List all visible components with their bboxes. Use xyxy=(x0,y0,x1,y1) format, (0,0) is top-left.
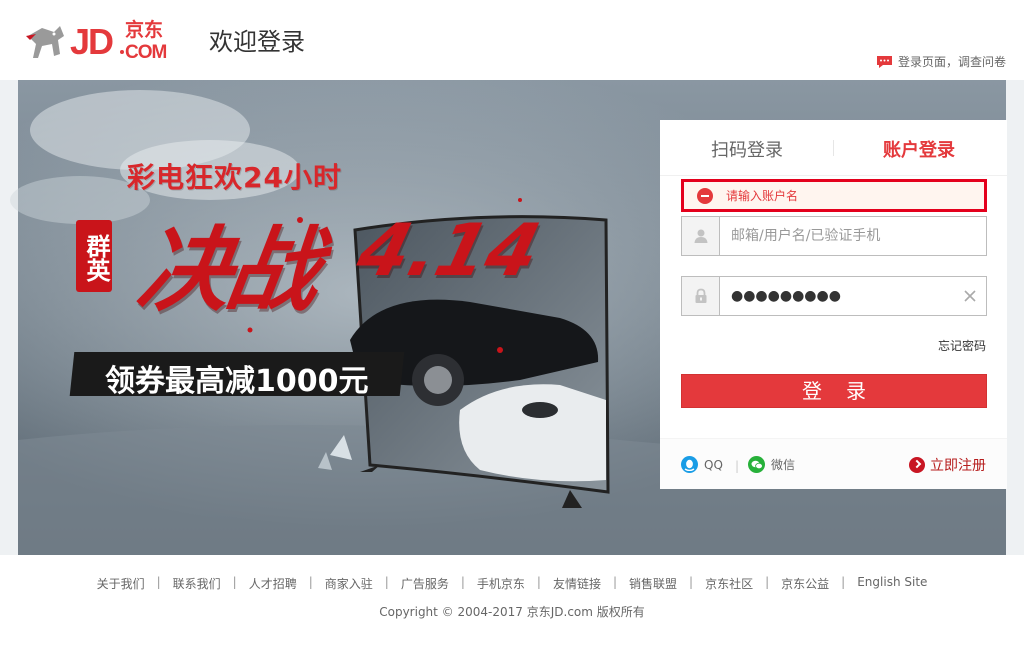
copyright: Copyright © 2004-2017 京东JD.com 版权所有 xyxy=(379,605,645,619)
logo-jd-text: JD xyxy=(70,21,113,62)
footer-link[interactable]: 销售联盟 xyxy=(629,575,677,592)
login-button[interactable]: 登录 xyxy=(681,374,987,408)
qq-icon xyxy=(681,456,698,473)
clear-password-icon[interactable] xyxy=(962,288,978,304)
footer-separator: | xyxy=(765,575,770,589)
footer-link[interactable]: 人才招聘 xyxy=(249,575,297,592)
error-minus-icon xyxy=(697,187,713,204)
social-separator: | xyxy=(735,459,740,473)
page-title: 欢迎登录 xyxy=(209,28,305,56)
login-footer: QQ | 微信 立即注册 xyxy=(660,438,1007,489)
tab-account-login[interactable]: 账户登录 xyxy=(883,136,955,162)
qq-label: QQ xyxy=(704,457,723,472)
password-input[interactable] xyxy=(731,286,951,306)
footer-links: 关于我们 | 联系我们 | 人才招聘 | 商家入驻 | 广告服务 | 手机京东 | 友情链接 | 销售联盟 |… xyxy=(0,575,1024,592)
jd-dog-logo-icon: JD 京东 COM xyxy=(26,18,168,63)
footer-link[interactable]: 联系我们 xyxy=(173,575,221,592)
coupon-text: 领券最高减1000元 xyxy=(105,364,369,399)
footer-link[interactable]: 关于我们 xyxy=(97,575,145,592)
footer-link[interactable]: 京东社区 xyxy=(705,575,753,592)
footer-separator: | xyxy=(156,575,161,589)
footer-separator: | xyxy=(612,575,618,589)
tab-qr-login[interactable]: 扫码登录 xyxy=(711,136,783,162)
footer-link[interactable]: 商家入驻 xyxy=(325,575,373,592)
wechat-label: 微信 xyxy=(771,458,796,472)
footer-separator: | xyxy=(384,575,389,589)
footer-link[interactable]: 手机京东 xyxy=(477,575,525,592)
promo-headline: 决战 xyxy=(131,217,323,324)
username-input[interactable] xyxy=(731,226,951,246)
forgot-password-link[interactable]: 忘记密码 xyxy=(938,337,986,354)
wechat-login[interactable]: 微信 xyxy=(748,456,795,473)
survey-link-label: 登录页面，调查问卷 xyxy=(897,55,1006,69)
login-tabs: 扫码登录 账户登录 xyxy=(660,120,1007,176)
promo-subtitle: 彩电狂欢24小时 xyxy=(127,161,342,194)
login-panel: 扫码登录 账户登录 请输入账户名 忘记密码 登录 xyxy=(660,120,1007,489)
wechat-icon xyxy=(748,456,765,473)
footer-separator: | xyxy=(232,575,237,589)
error-text: 请输入账户名 xyxy=(726,189,799,203)
register-label: 立即注册 xyxy=(930,458,986,474)
footer-link[interactable]: English Site xyxy=(857,575,927,592)
user-icon xyxy=(682,217,720,255)
svg-text:京东: 京东 xyxy=(125,18,163,41)
footer-separator: | xyxy=(536,575,541,589)
footer-separator: | xyxy=(841,575,846,589)
lock-icon xyxy=(682,277,720,315)
footer-link[interactable]: 广告服务 xyxy=(401,575,449,592)
promo-badge: 群英 xyxy=(76,220,112,292)
jd-logo[interactable]: JD 京东 COM xyxy=(24,14,186,64)
footer-separator: | xyxy=(689,575,694,589)
survey-link[interactable]: 登录页面，调查问卷 xyxy=(876,53,1006,70)
promo-date: 4.14 xyxy=(349,208,549,292)
arrow-right-icon xyxy=(909,457,925,473)
tab-divider xyxy=(833,140,834,156)
footer-link[interactable]: 京东公益 xyxy=(781,575,829,592)
error-message: 请输入账户名 xyxy=(681,179,987,212)
footer-link[interactable]: 友情链接 xyxy=(553,575,601,592)
password-field[interactable] xyxy=(681,276,987,316)
svg-text:COM: COM xyxy=(125,42,167,63)
qq-login[interactable]: QQ xyxy=(681,456,723,473)
header: JD 京东 COM 欢迎登录 登录页面，调查问卷 xyxy=(0,0,1024,80)
register-link[interactable]: 立即注册 xyxy=(909,455,986,475)
feedback-icon xyxy=(876,55,892,68)
username-field[interactable] xyxy=(681,216,987,256)
footer-separator: | xyxy=(308,575,313,589)
footer-separator: | xyxy=(460,575,465,589)
